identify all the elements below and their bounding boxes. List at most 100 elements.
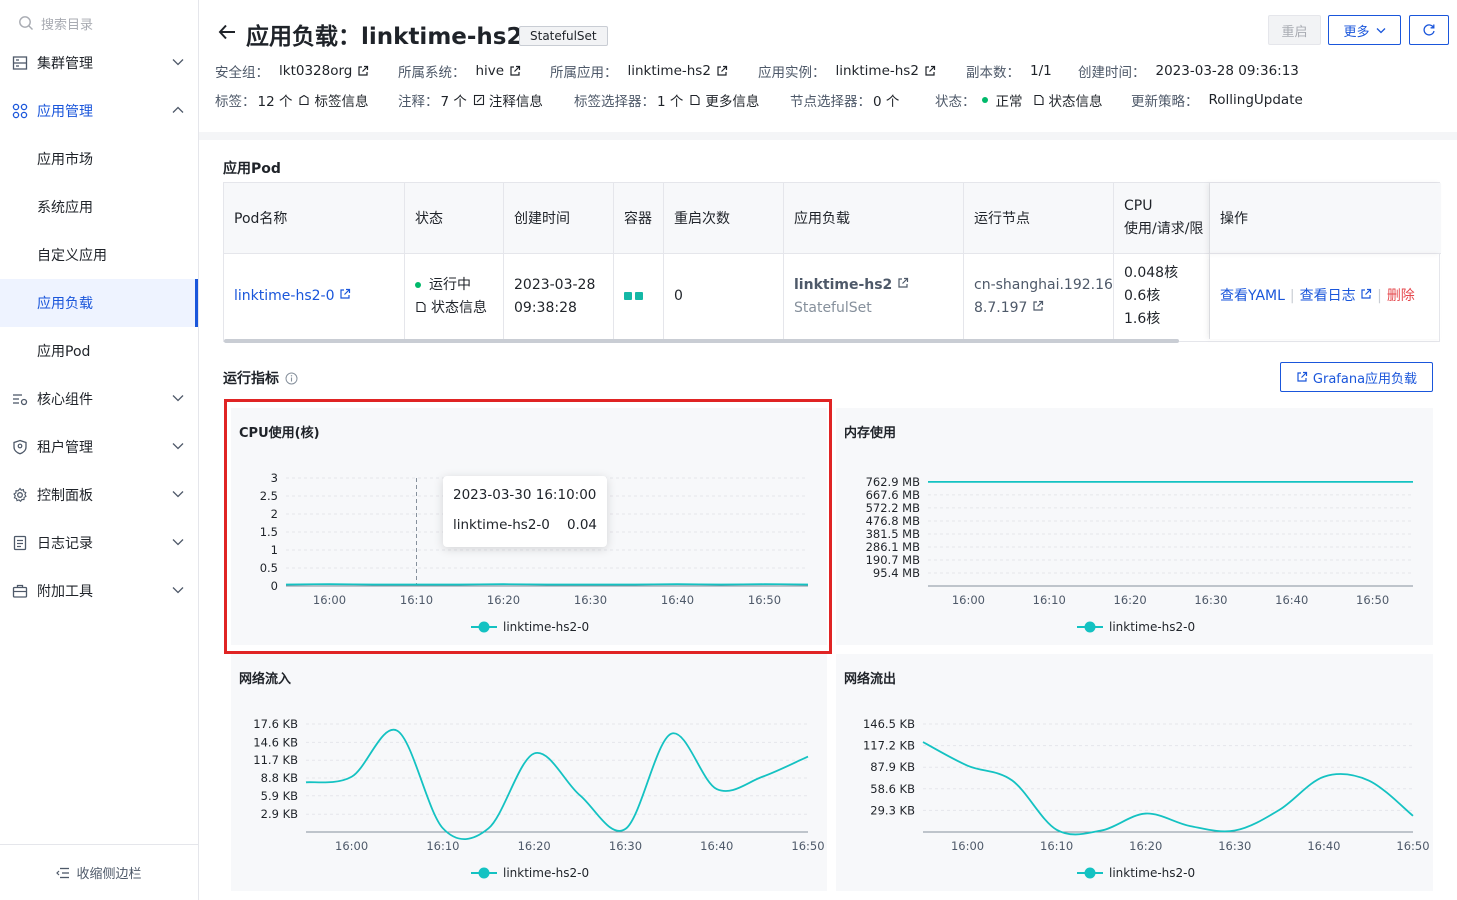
nav-app-workload[interactable]: 应用负载: [0, 279, 198, 327]
more-button[interactable]: 更多: [1328, 15, 1401, 45]
components-icon: [13, 394, 28, 406]
nav-app-management[interactable]: 应用管理: [0, 87, 198, 135]
x-tick-label: 16:50: [791, 839, 824, 853]
nav-control-panel[interactable]: 控制面板: [0, 471, 198, 519]
grafana-workload-button[interactable]: Grafana应用负载: [1280, 362, 1433, 392]
catalog-search[interactable]: 搜索目录: [18, 13, 93, 33]
tooltip-value: 0.04: [566, 517, 597, 533]
nav-extra-tools[interactable]: 附加工具: [0, 567, 198, 615]
y-tick-label: 1: [271, 543, 278, 557]
nav-sub-label: 应用市场: [37, 152, 93, 168]
memory-usage-chart: 内存使用 95.4 MB 190.7 MB 286.1 MB 381.5 MB 476.…: [836, 408, 1433, 645]
kind-tag: StatefulSet: [519, 26, 608, 46]
view-log-link[interactable]: 查看日志: [1300, 285, 1372, 308]
workload-link[interactable]: linktime-hs2: [794, 274, 963, 297]
toolbox-icon: [12, 584, 28, 598]
node-name-line[interactable]: 8.7.197: [974, 297, 1113, 320]
selector-info-link[interactable]: 更多信息: [705, 90, 759, 110]
meta-key: 更新策略：: [1131, 94, 1199, 110]
delete-link[interactable]: 删除: [1387, 285, 1415, 308]
meta-value: 1 个: [657, 94, 684, 110]
meta-value[interactable]: hive: [476, 63, 505, 79]
restart-button[interactable]: 重启: [1268, 15, 1321, 45]
series-line: [922, 741, 1414, 836]
nav-sub-label: 系统应用: [37, 200, 93, 216]
pod-created-time: 09:38:28: [514, 299, 577, 316]
meta-key: 创建时间：: [1078, 65, 1146, 81]
container-indicator[interactable]: [624, 292, 632, 300]
nav-core-components[interactable]: 核心组件: [0, 375, 198, 423]
x-tick-label: 16:50: [1356, 593, 1389, 607]
external-link-icon[interactable]: [509, 65, 521, 77]
meta-value: 2023-03-28 09:36:13: [1155, 63, 1299, 79]
meta-key: 所属系统：: [398, 65, 466, 81]
nav-app-pod[interactable]: 应用Pod: [0, 327, 198, 375]
meta-value[interactable]: linktime-hs2: [836, 63, 919, 79]
col-header-cpu: CPU 使用/请求/限: [1114, 183, 1210, 254]
nav-custom-apps[interactable]: 自定义应用: [0, 231, 198, 279]
container-indicator[interactable]: [635, 292, 643, 300]
meta-value[interactable]: lkt0328org: [279, 63, 352, 79]
nav-label: 附加工具: [37, 584, 93, 600]
x-tick-label: 16:20: [518, 839, 551, 853]
x-tick-label: 16:30: [574, 593, 607, 607]
workload-kind: StatefulSet: [794, 299, 872, 316]
node-name-line[interactable]: cn-shanghai.192.16: [974, 274, 1113, 297]
col-header: Pod名称: [224, 183, 405, 254]
chevron-down-icon: [172, 587, 184, 594]
y-tick-label: 2: [271, 507, 278, 521]
status-info-link[interactable]: 状态信息: [1049, 90, 1103, 110]
meta-app: 所属应用： linktime-hs2: [550, 61, 728, 81]
x-tick-label: 16:40: [1307, 839, 1340, 853]
external-link-icon: [340, 288, 351, 299]
meta-value: 0 个: [873, 94, 900, 110]
meta-security-group: 安全组： lkt0328org: [215, 61, 369, 81]
pod-name-link[interactable]: linktime-hs2-0: [234, 285, 404, 308]
y-tick-label: 17.6 KB: [253, 717, 298, 731]
pod-status-info[interactable]: 状态信息: [415, 297, 503, 320]
legend-swatch-dot: [1084, 867, 1096, 879]
collapse-sidebar-button[interactable]: 收缩侧边栏: [0, 844, 198, 900]
external-link-icon[interactable]: [716, 65, 728, 77]
col-header: 状态: [405, 183, 504, 254]
view-log-text: 查看日志: [1299, 288, 1356, 304]
divider: |: [1377, 288, 1382, 304]
nav-system-apps[interactable]: 系统应用: [0, 183, 198, 231]
external-link-icon[interactable]: [357, 65, 369, 77]
nav-tenant-management[interactable]: 租户管理: [0, 423, 198, 471]
legend-swatch-dot: [478, 867, 490, 879]
meta-value[interactable]: linktime-hs2: [628, 63, 711, 79]
y-tick-label: 667.6 MB: [866, 488, 920, 502]
workload-name: linktime-hs2: [794, 276, 893, 293]
tag-icon: [299, 94, 310, 106]
info-icon[interactable]: [285, 372, 298, 385]
back-arrow-icon[interactable]: [217, 22, 237, 42]
horizontal-scrollbar[interactable]: [224, 339, 1179, 343]
meta-key: 应用实例：: [758, 65, 826, 81]
edit-note-icon: [473, 94, 484, 106]
meta-key: 安全组：: [215, 65, 269, 81]
network-out-chart: 网络流出 29.3 KB 58.6 KB 87.9 KB 117.2 KB 146.5 …: [836, 654, 1433, 891]
y-tick-label: 381.5 MB: [866, 527, 920, 541]
search-placeholder: 搜索目录: [41, 17, 94, 33]
nav-cluster-management[interactable]: 集群管理: [0, 39, 198, 87]
x-tick-label: 16:10: [1033, 593, 1066, 607]
meta-key: 所属应用：: [550, 65, 618, 81]
tooltip-series: linktime-hs2-0: [453, 517, 550, 533]
restart-label: 重启: [1281, 24, 1308, 40]
labels-info-link[interactable]: 标签信息: [314, 90, 368, 110]
refresh-button[interactable]: [1409, 15, 1449, 45]
meta-value: RollingUpdate: [1208, 92, 1303, 108]
x-tick-label: 16:10: [1040, 839, 1073, 853]
meta-node-selector: 节点选择器： 0 个: [790, 90, 899, 110]
external-link-icon[interactable]: [924, 65, 936, 77]
sidebar: 搜索目录 集群管理 应用管理 应用市场 系统应用 自定义应用 应用负载 应用Po…: [0, 0, 199, 900]
view-yaml-link[interactable]: 查看YAML: [1220, 285, 1285, 308]
legend-swatch-dot: [1084, 621, 1096, 633]
annotations-info-link[interactable]: 注释信息: [489, 90, 543, 110]
y-tick-label: 8.8 KB: [261, 771, 298, 785]
nav-app-market[interactable]: 应用市场: [0, 135, 198, 183]
x-tick-label: 16:00: [952, 593, 985, 607]
nav-log-records[interactable]: 日志记录: [0, 519, 198, 567]
y-tick-label: 3: [271, 471, 278, 485]
